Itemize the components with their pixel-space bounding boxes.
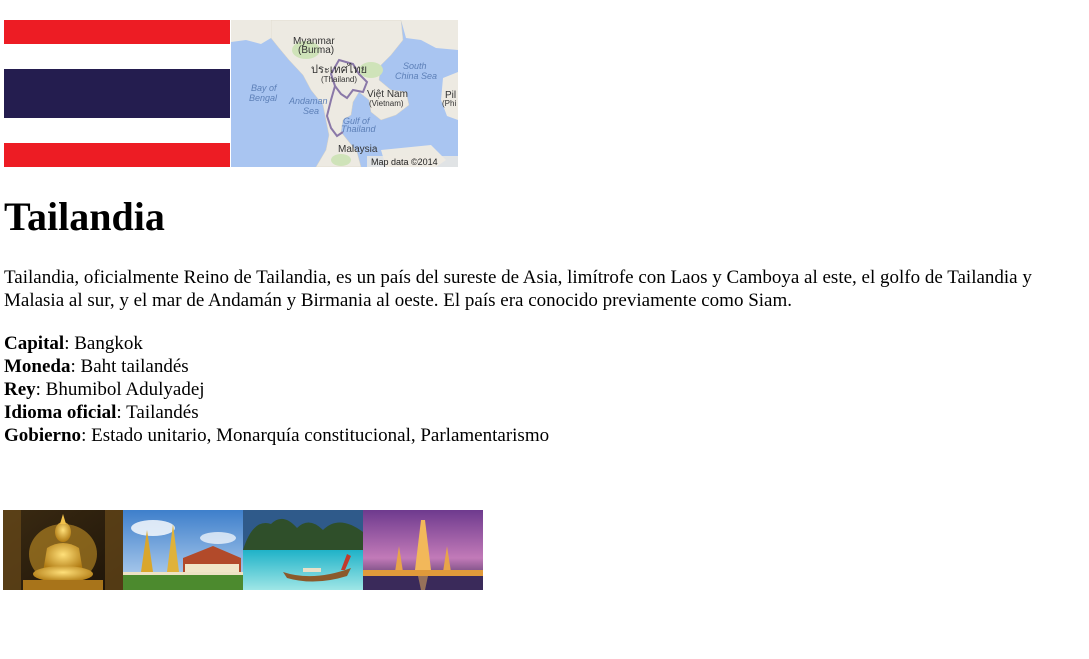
palace-cloud-2 — [200, 532, 236, 544]
map-label-china-sea: China Sea — [395, 71, 437, 81]
palace-photo-graphic — [123, 510, 243, 590]
flag-stripe-white-top — [4, 44, 230, 69]
fact-row-currency: Moneda: Baht tailandés — [4, 355, 549, 378]
fact-label: Idioma oficial — [4, 402, 117, 423]
map-label-south: South — [403, 61, 427, 71]
fact-row-government: Gobierno: Estado unitario, Monarquía con… — [4, 424, 549, 447]
map-label-andaman: Andaman — [288, 96, 328, 106]
map-label-sea: Sea — [303, 106, 319, 116]
fact-label: Rey — [4, 379, 36, 400]
buddha-base — [23, 580, 103, 590]
buddha-head — [55, 522, 71, 542]
palace-lawn — [123, 574, 243, 590]
map-graphic: Myanmar (Burma) ประเทศไทย (Thailand) Sou… — [231, 20, 458, 167]
fact-label: Gobierno — [4, 425, 82, 446]
buddha-photo-graphic — [3, 510, 123, 590]
page-title: Tailandia — [4, 194, 165, 239]
fact-row-capital: Capital: Bangkok — [4, 332, 549, 355]
location-map-image[interactable]: Myanmar (Burma) ประเทศไทย (Thailand) Sou… — [231, 20, 458, 167]
photo-gallery — [3, 510, 483, 590]
fact-label: Moneda — [4, 356, 71, 377]
map-label-thailand: (Thailand) — [321, 75, 357, 84]
intro-paragraph: Tailandia, oficialmente Reino de Tailand… — [4, 267, 1032, 311]
fact-row-language: Idioma oficial: Tailandés — [4, 401, 549, 424]
map-label-vietnam: (Vietnam) — [369, 99, 404, 108]
fact-value: : Baht tailandés — [70, 356, 189, 377]
buddha-pillar-left — [3, 510, 21, 590]
fact-value: : Bhumibol Adulyadej — [35, 379, 205, 400]
map-label-bengal: Bengal — [249, 93, 278, 103]
map-land-india — [231, 20, 271, 44]
map-label-malaysia: Malaysia — [338, 144, 378, 155]
map-label-phi: (Phi — [442, 99, 456, 108]
beach-cliffs — [243, 518, 363, 554]
flag-stripe-white-bottom — [4, 118, 230, 143]
temple-shore-lights — [363, 570, 483, 576]
thailand-flag-image — [4, 20, 230, 167]
map-label-bay-of: Bay of — [251, 83, 278, 93]
gallery-photo-palace[interactable] — [123, 510, 243, 590]
map-label-gulf-thailand: Thailand — [341, 124, 377, 134]
fact-value: : Tailandés — [116, 402, 199, 423]
buddha-lap — [33, 566, 93, 582]
fact-value: : Bangkok — [64, 333, 143, 354]
temple-photo-graphic — [363, 510, 483, 590]
gallery-photo-buddha[interactable] — [3, 510, 123, 590]
map-forest-malaysia — [331, 154, 351, 166]
map-credit: Map data ©2014 — [371, 157, 438, 167]
beach-boat-canopy — [303, 568, 321, 572]
palace-fence — [123, 572, 243, 575]
facts-list: Capital: Bangkok Moneda: Baht tailandés … — [4, 332, 549, 447]
gallery-photo-temple-night[interactable] — [363, 510, 483, 590]
gallery-photo-beach[interactable] — [243, 510, 363, 590]
buddha-pillar-right — [105, 510, 123, 590]
flag-stripe-red-bottom — [4, 143, 230, 167]
flag-stripe-red-top — [4, 20, 230, 44]
map-label-burma: (Burma) — [298, 45, 334, 56]
palace-cloud-1 — [131, 520, 175, 536]
header-images: Myanmar (Burma) ประเทศไทย (Thailand) Sou… — [4, 20, 458, 167]
fact-value: : Estado unitario, Monarquía constitucio… — [81, 425, 550, 446]
fact-row-king: Rey: Bhumibol Adulyadej — [4, 378, 549, 401]
beach-photo-graphic — [243, 510, 363, 590]
flag-stripe-blue — [4, 69, 230, 118]
fact-label: Capital — [4, 333, 65, 354]
